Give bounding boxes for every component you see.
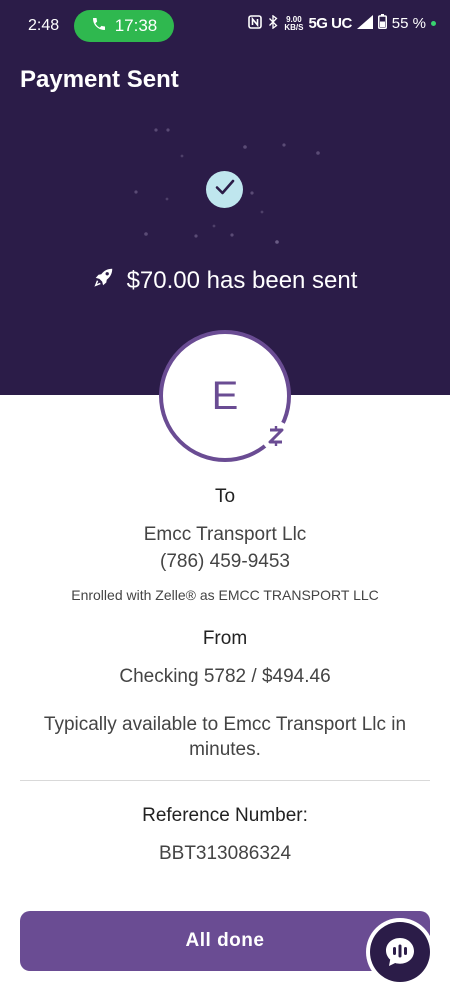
sent-confirmation: $70.00 has been sent [0, 266, 450, 295]
recipient-initial: E [211, 373, 239, 418]
zelle-z-icon [261, 421, 291, 451]
checkmark-icon [215, 179, 235, 200]
recipient-phone: (786) 459-9453 [160, 551, 290, 572]
chat-assistant-button[interactable] [366, 918, 434, 986]
to-label: To [214, 486, 236, 507]
reference-number: BBT313086324 [158, 843, 292, 864]
from-label: From [202, 628, 248, 649]
zelle-enrollment-note: Enrolled with Zelle® as EMCC TRANSPORT L… [71, 587, 379, 603]
availability-note: Typically available to Emcc Transport Ll… [43, 714, 407, 760]
chat-assistant-icon [370, 922, 430, 982]
source-account: Checking 5782 / $494.46 [119, 666, 331, 687]
recipient-name: Emcc Transport Llc [143, 524, 307, 545]
sent-amount-message: $70.00 has been sent [126, 266, 358, 294]
success-check [206, 171, 243, 208]
rocket-send-icon [93, 266, 115, 295]
divider [20, 780, 430, 781]
reference-label: Reference Number: [142, 805, 308, 826]
